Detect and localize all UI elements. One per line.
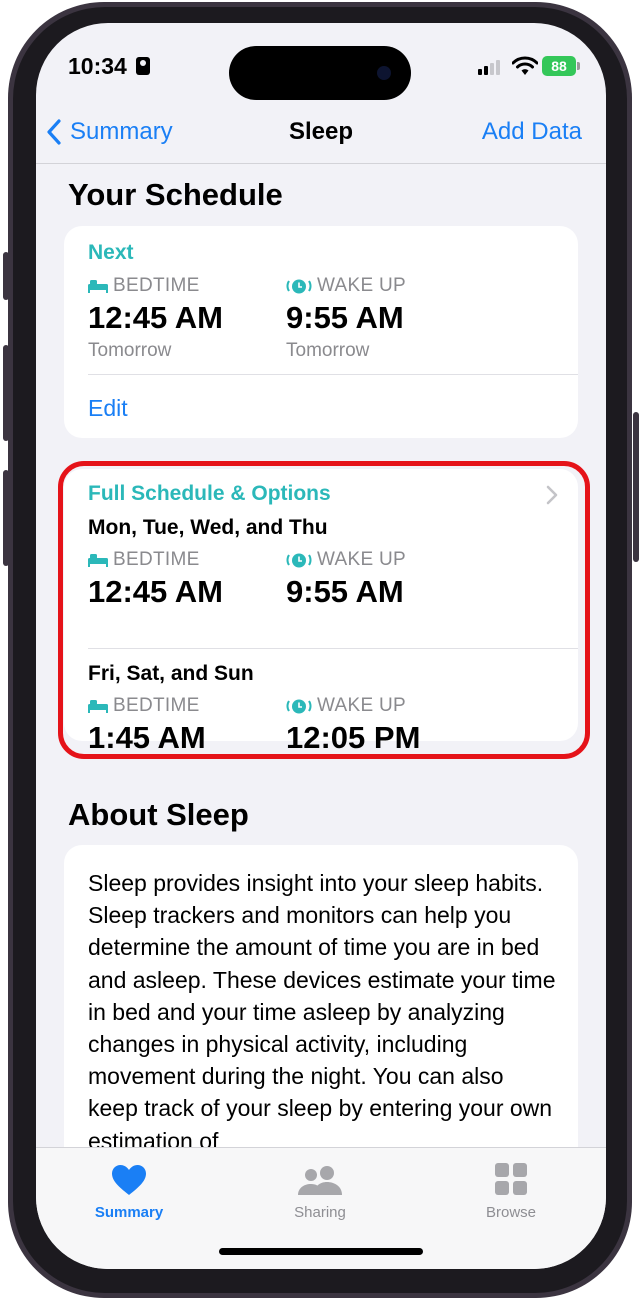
bedtime-day: Tomorrow — [88, 340, 172, 361]
nav-divider — [36, 163, 606, 164]
tab-summary[interactable]: Summary — [74, 1158, 184, 1221]
about-section-title: About Sleep — [68, 797, 249, 832]
schedule-section-title: Your Schedule — [68, 177, 283, 212]
alarm-clock-icon — [286, 277, 312, 295]
battery-indicator: 88 — [542, 56, 576, 76]
camera-icon — [377, 66, 391, 80]
grid-icon — [456, 1158, 566, 1196]
tab-label: Summary — [94, 1204, 164, 1221]
cellular-signal-icon — [478, 59, 504, 75]
volume-down-button — [3, 470, 9, 566]
wakeup-caption: WAKE UP — [317, 275, 407, 296]
battery-tip — [577, 62, 580, 70]
screen: 10:34 88 Summary Sleep Add Data Your Sch… — [36, 23, 606, 1269]
add-data-button[interactable]: Add Data — [482, 118, 582, 146]
bed-icon — [88, 279, 108, 293]
next-wakeup: WAKE UP 9:55 AM Tomorrow — [286, 275, 406, 362]
people-icon — [265, 1158, 375, 1196]
tab-sharing[interactable]: Sharing — [265, 1158, 375, 1221]
bedtime-caption: BEDTIME — [113, 275, 200, 296]
next-label: Next — [88, 241, 134, 264]
power-button — [633, 412, 639, 562]
tab-browse[interactable]: Browse — [456, 1158, 566, 1221]
wakeup-day: Tomorrow — [286, 340, 370, 361]
wakeup-value: 9:55 AM — [286, 300, 404, 335]
edit-button[interactable]: Edit — [88, 395, 128, 422]
status-time: 10:34 — [68, 53, 127, 79]
about-text: Sleep provides insight into your sleep h… — [88, 870, 556, 1154]
bedtime-value: 12:45 AM — [88, 300, 223, 335]
dynamic-island — [229, 46, 411, 100]
tab-label: Browse — [485, 1204, 537, 1221]
person-icon — [136, 57, 150, 75]
card-divider — [88, 374, 578, 375]
heart-icon — [74, 1158, 184, 1196]
next-bedtime: BEDTIME 12:45 AM Tomorrow — [88, 275, 223, 362]
volume-up-button — [3, 345, 9, 441]
next-schedule-card: Next BEDTIME 12:45 AM Tomorrow WAKE UP 9… — [64, 226, 578, 438]
action-button — [3, 252, 9, 300]
tab-label: Sharing — [294, 1204, 346, 1221]
highlight-outline — [58, 461, 590, 759]
home-indicator — [219, 1248, 423, 1255]
wifi-icon — [511, 56, 539, 81]
